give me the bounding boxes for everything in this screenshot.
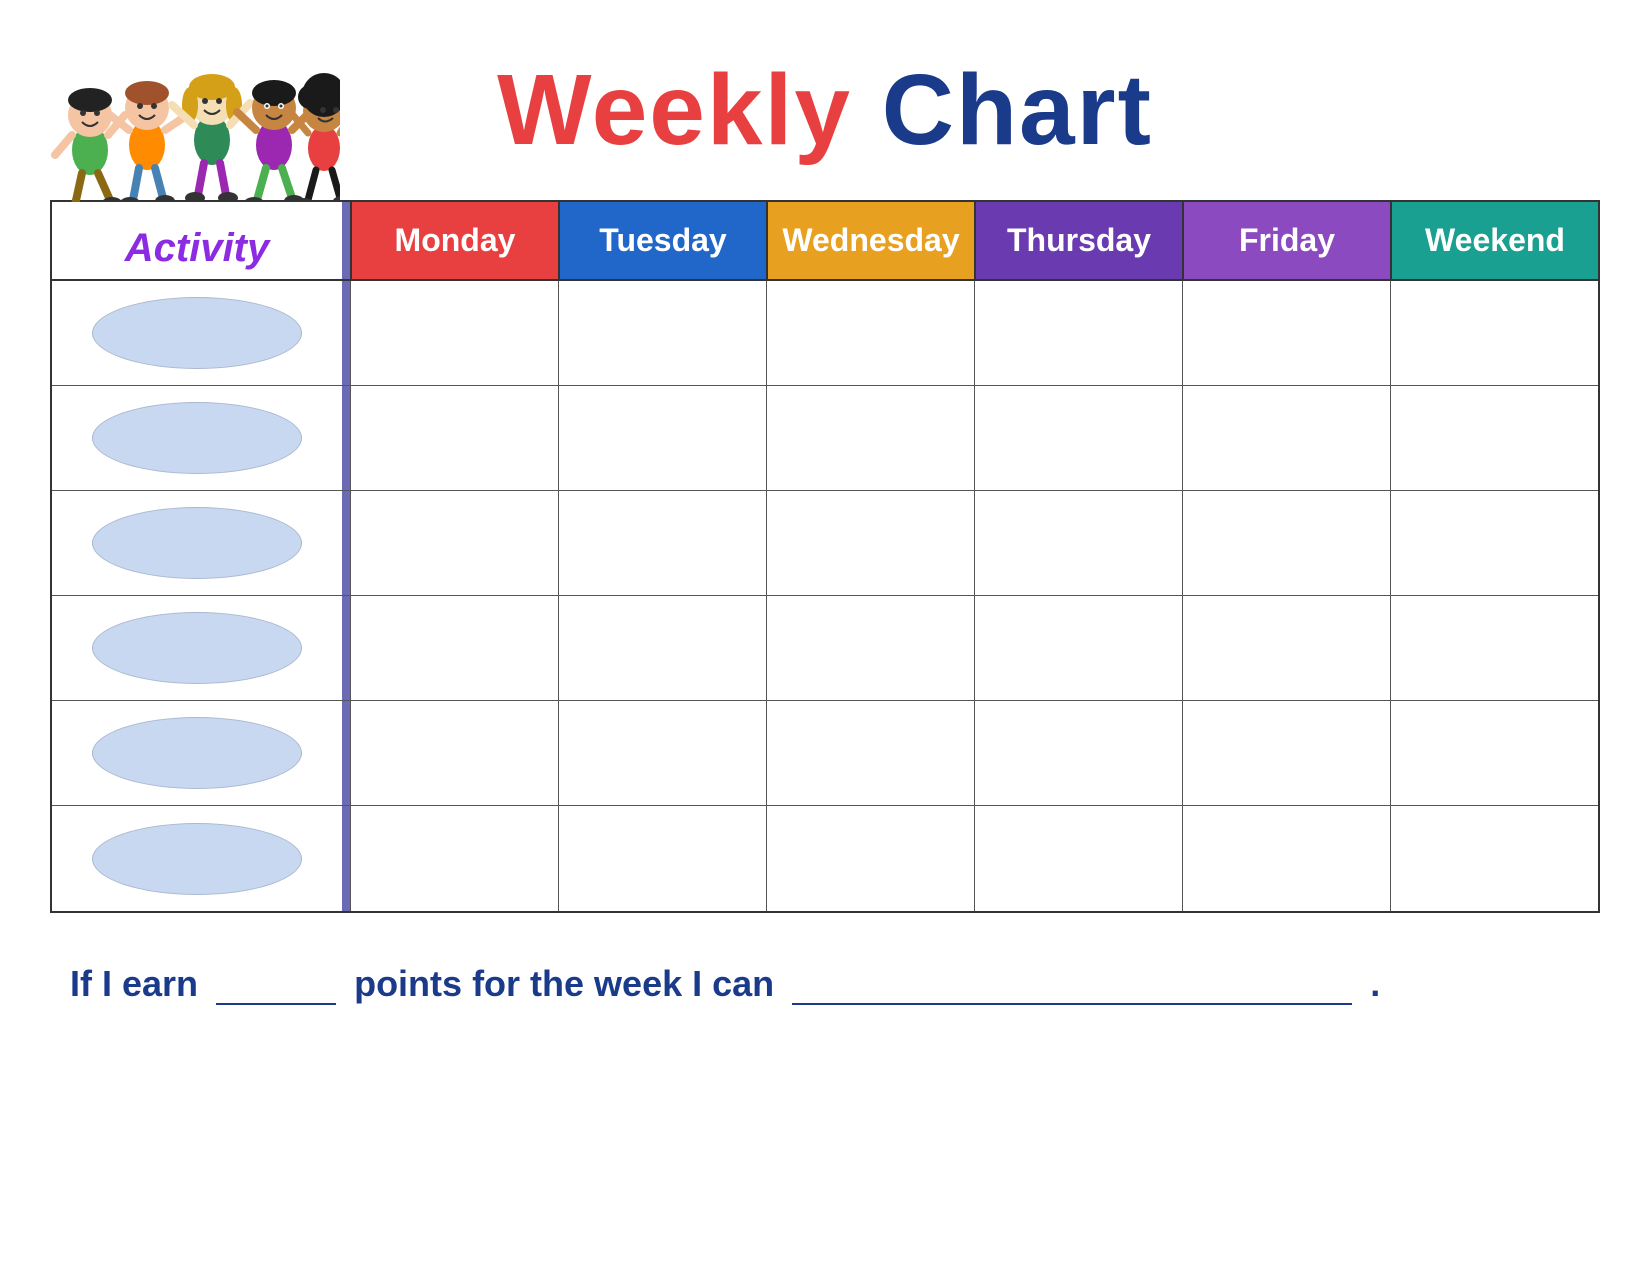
cell-r3-thursday xyxy=(974,491,1182,595)
footer: If I earn points for the week I can . xyxy=(50,963,1600,1005)
activity-cell-3 xyxy=(52,491,342,595)
activity-oval-6 xyxy=(92,823,302,895)
cell-r5-wednesday xyxy=(766,701,974,805)
footer-text1: If I earn xyxy=(70,963,198,1004)
cell-r3-weekend xyxy=(1390,491,1598,595)
kids-illustration xyxy=(50,10,340,210)
cell-r4-weekend xyxy=(1390,596,1598,700)
cell-r6-wednesday xyxy=(766,806,974,911)
cell-r5-monday xyxy=(350,701,558,805)
cell-r5-weekend xyxy=(1390,701,1598,805)
activity-cell-4 xyxy=(52,596,342,700)
table-row xyxy=(52,596,1598,701)
footer-blank-points xyxy=(216,1003,336,1005)
footer-text: If I earn points for the week I can . xyxy=(70,963,1380,1004)
vertical-divider xyxy=(342,701,350,805)
day-header-thursday: Thursday xyxy=(974,202,1182,279)
day-header-wednesday: Wednesday xyxy=(766,202,974,279)
vertical-divider xyxy=(342,281,350,385)
cell-r5-thursday xyxy=(974,701,1182,805)
cell-r5-friday xyxy=(1182,701,1390,805)
title-chart: Chart xyxy=(882,54,1153,166)
header: Weekly Chart xyxy=(50,30,1600,190)
cell-r6-tuesday xyxy=(558,806,766,911)
weekly-chart: Activity Monday Tuesday Wednesday Thursd… xyxy=(50,200,1600,913)
vertical-divider xyxy=(342,806,350,911)
cell-r6-friday xyxy=(1182,806,1390,911)
page-container: Weekly Chart Activity Monday Tuesday Wed… xyxy=(0,0,1650,1275)
cell-r3-wednesday xyxy=(766,491,974,595)
cell-r6-thursday xyxy=(974,806,1182,911)
cell-r4-friday xyxy=(1182,596,1390,700)
cell-r1-friday xyxy=(1182,281,1390,385)
table-row xyxy=(52,806,1598,911)
cell-r2-tuesday xyxy=(558,386,766,490)
cell-r3-tuesday xyxy=(558,491,766,595)
footer-blank-reward xyxy=(792,1003,1352,1005)
activity-oval-4 xyxy=(92,612,302,684)
cell-r2-monday xyxy=(350,386,558,490)
vertical-divider xyxy=(342,596,350,700)
cell-r2-weekend xyxy=(1390,386,1598,490)
cell-r3-monday xyxy=(350,491,558,595)
cell-r2-wednesday xyxy=(766,386,974,490)
day-header-friday: Friday xyxy=(1182,202,1390,279)
activity-cell-2 xyxy=(52,386,342,490)
cell-r6-weekend xyxy=(1390,806,1598,911)
vertical-divider xyxy=(342,491,350,595)
vertical-divider xyxy=(342,386,350,490)
activity-cell-5 xyxy=(52,701,342,805)
cell-r1-wednesday xyxy=(766,281,974,385)
cell-r4-thursday xyxy=(974,596,1182,700)
day-header-tuesday: Tuesday xyxy=(558,202,766,279)
title-weekly: Weekly xyxy=(497,54,852,166)
cell-r1-thursday xyxy=(974,281,1182,385)
activity-cell-1 xyxy=(52,281,342,385)
table-row xyxy=(52,281,1598,386)
activity-label: Activity xyxy=(125,226,270,271)
activity-oval-1 xyxy=(92,297,302,369)
cell-r1-tuesday xyxy=(558,281,766,385)
footer-text2: points for the week I can xyxy=(354,963,774,1004)
cell-r4-monday xyxy=(350,596,558,700)
cell-r1-monday xyxy=(350,281,558,385)
cell-r5-tuesday xyxy=(558,701,766,805)
activity-header: Activity xyxy=(52,202,342,279)
cell-r4-wednesday xyxy=(766,596,974,700)
page-title: Weekly Chart xyxy=(497,60,1153,160)
chart-header-row: Activity Monday Tuesday Wednesday Thursd… xyxy=(52,202,1598,281)
footer-period: . xyxy=(1370,963,1380,1004)
table-row xyxy=(52,701,1598,806)
table-row xyxy=(52,491,1598,596)
activity-oval-3 xyxy=(92,507,302,579)
vertical-divider xyxy=(342,202,350,279)
cell-r1-weekend xyxy=(1390,281,1598,385)
day-header-weekend: Weekend xyxy=(1390,202,1598,279)
cell-r2-thursday xyxy=(974,386,1182,490)
table-row xyxy=(52,386,1598,491)
chart-data-rows xyxy=(52,281,1598,911)
cell-r6-monday xyxy=(350,806,558,911)
day-header-monday: Monday xyxy=(350,202,558,279)
cell-r3-friday xyxy=(1182,491,1390,595)
cell-r4-tuesday xyxy=(558,596,766,700)
cell-r2-friday xyxy=(1182,386,1390,490)
activity-oval-5 xyxy=(92,717,302,789)
activity-oval-2 xyxy=(92,402,302,474)
activity-cell-6 xyxy=(52,806,342,911)
